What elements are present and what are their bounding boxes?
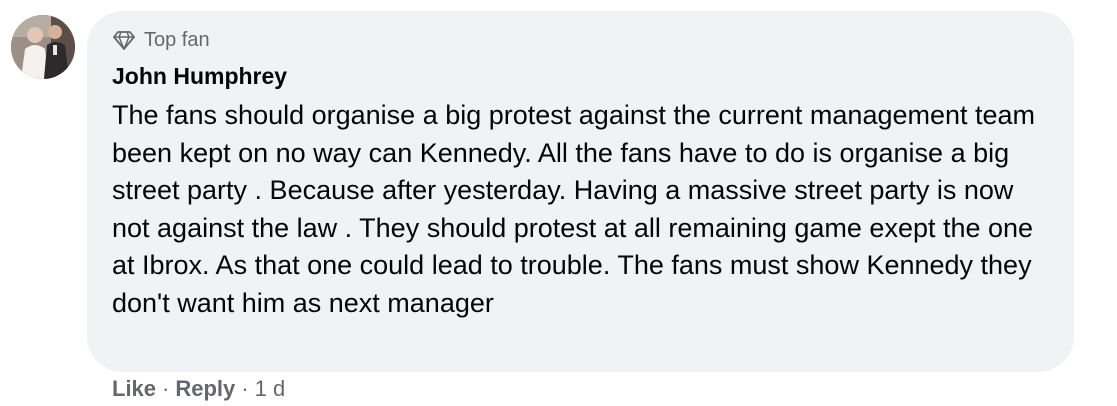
avatar[interactable] — [11, 15, 75, 79]
badge-label: Top fan — [144, 28, 210, 51]
author-name[interactable]: John Humphrey — [112, 62, 287, 90]
comment-text: The fans should organise a big protest a… — [112, 100, 1036, 318]
like-button[interactable]: Like — [112, 376, 156, 402]
separator: · — [241, 376, 249, 401]
separator: · — [162, 376, 170, 401]
timestamp[interactable]: 1 d — [255, 376, 286, 402]
comment-bubble: Top fan John Humphrey The fans should or… — [87, 11, 1074, 372]
comment-actions: Like · Reply · 1 d — [112, 376, 285, 402]
avatar-photo — [11, 15, 75, 79]
diamond-icon — [112, 28, 136, 52]
reply-button[interactable]: Reply — [175, 376, 235, 402]
top-fan-badge: Top fan — [112, 28, 1050, 52]
